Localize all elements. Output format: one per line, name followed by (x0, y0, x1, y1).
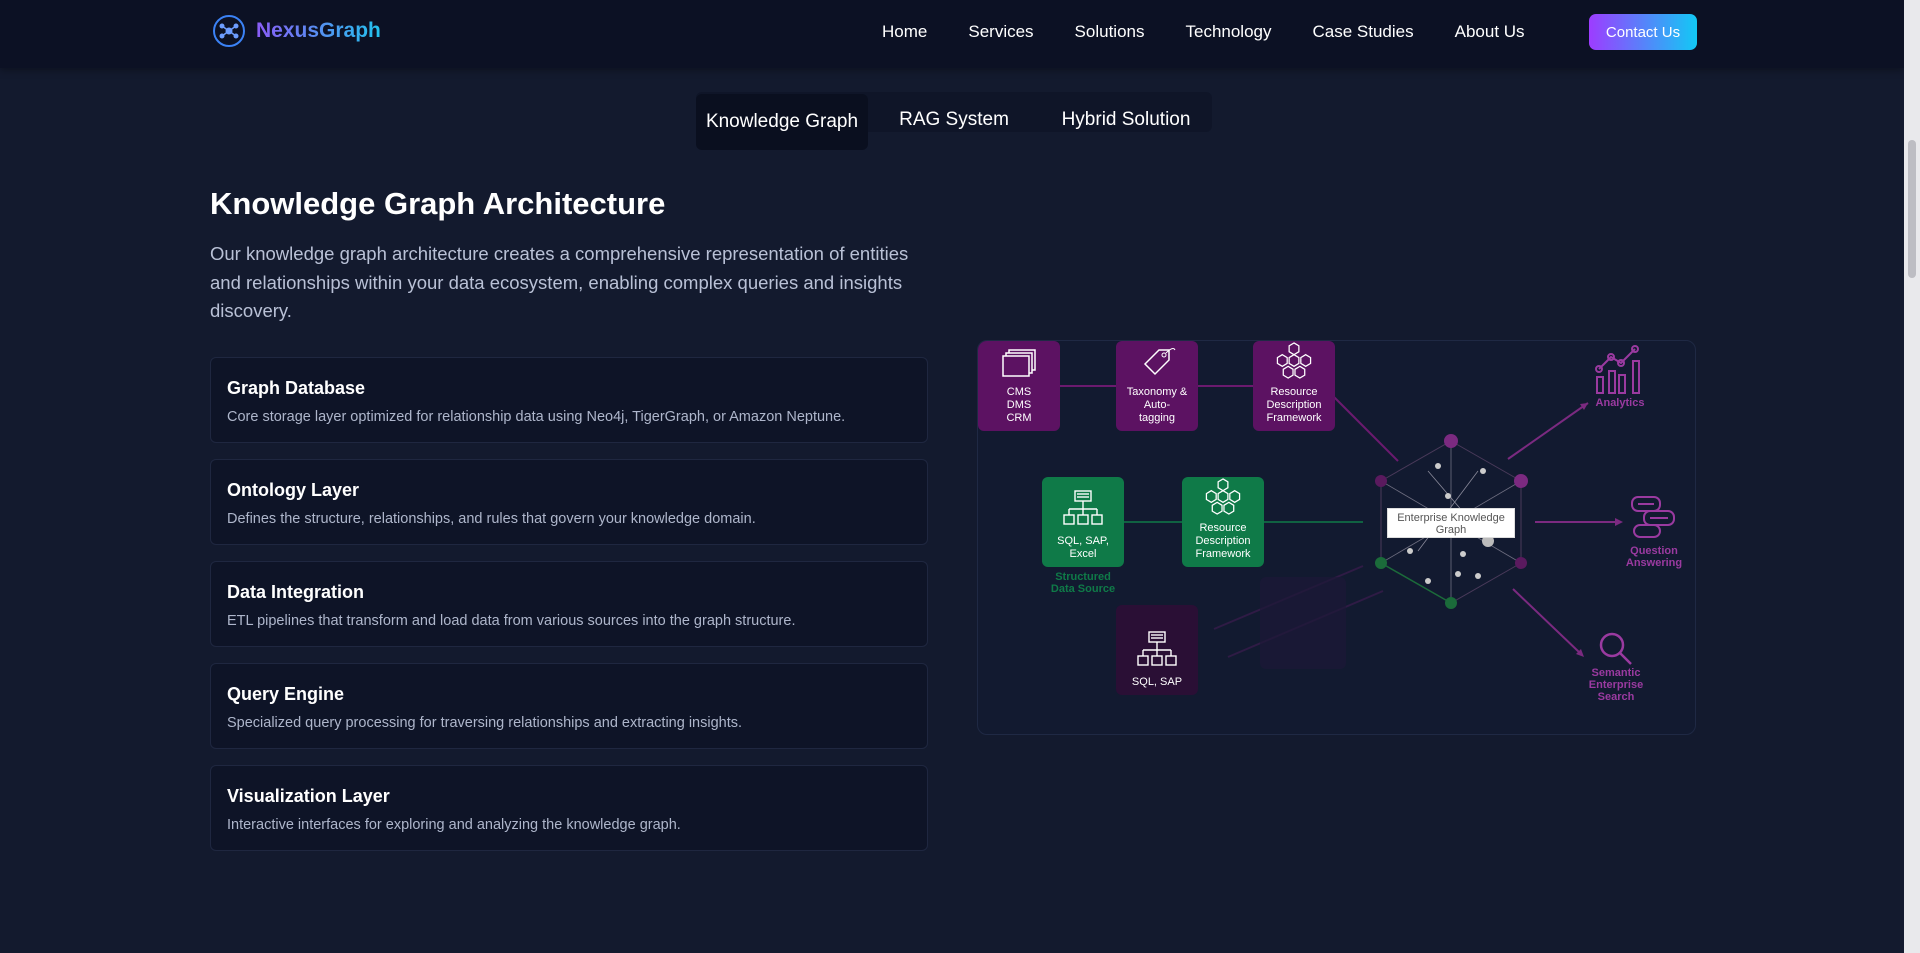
nav-link-case-studies[interactable]: Case Studies (1313, 22, 1414, 42)
taxonomy-node: Taxonomy & Auto- tagging (1116, 341, 1198, 431)
section-title: Knowledge Graph Architecture (210, 186, 666, 221)
component-list: Graph Database Core storage layer optimi… (210, 357, 928, 867)
component-card-data-integration: Data Integration ETL pipelines that tran… (210, 561, 928, 647)
nav-links: Home Services Solutions Technology Case … (882, 22, 1525, 42)
component-card-visualization-layer: Visualization Layer Interactive interfac… (210, 765, 928, 851)
card-description: Core storage layer optimized for relatio… (227, 409, 846, 425)
tab-hybrid-solution[interactable]: Hybrid Solution (1040, 92, 1212, 148)
output-label-analytics: Analytics (1595, 397, 1645, 409)
component-card-ontology-layer: Ontology Layer Defines the structure, re… (210, 459, 928, 545)
architecture-tabs: Knowledge Graph RAG System Hybrid Soluti… (696, 92, 1212, 150)
structured-sql-excel-node: SQL, SAP, Excel (1042, 477, 1124, 567)
tag-icon (1143, 348, 1176, 376)
tab-rag-system[interactable]: RAG System (868, 92, 1040, 148)
chat-bubbles-icon (1631, 496, 1675, 538)
card-description: Defines the structure, relationships, an… (227, 511, 756, 527)
enterprise-knowledge-graph-label: Enterprise Knowledge Graph (1387, 508, 1515, 538)
nav-link-about-us[interactable]: About Us (1455, 22, 1525, 42)
output-label-question-answering: Question Answering (1625, 545, 1683, 569)
faded-node (1260, 577, 1346, 669)
section-description: Our knowledge graph architecture creates… (210, 243, 909, 321)
brand-name: NexusGraph (256, 19, 381, 42)
card-description: ETL pipelines that transform and load da… (227, 613, 796, 629)
card-title: Graph Database (227, 378, 366, 398)
nav-link-technology[interactable]: Technology (1185, 22, 1271, 42)
search-icon (1599, 632, 1632, 665)
node-label: Resource Description Framework (1195, 522, 1251, 560)
rdf-mid-node: Resource Description Framework (1182, 477, 1264, 567)
cms-dms-crm-node: CMS DMS CRM (978, 341, 1060, 431)
card-description: Specialized query processing for travers… (227, 715, 743, 731)
tab-knowledge-graph[interactable]: Knowledge Graph (696, 94, 868, 150)
rdf-top-node: Resource Description Framework (1253, 341, 1335, 431)
contact-us-button[interactable]: Contact Us (1589, 14, 1697, 50)
architecture-diagram: CMS DMS CRM Taxonomy & Auto- tagging Res… (977, 340, 1696, 735)
node-label: CMS DMS CRM (1006, 386, 1032, 424)
card-description: Interactive interfaces for exploring and… (227, 817, 681, 833)
hierarchy-icon (1063, 490, 1103, 525)
card-title: Visualization Layer (227, 786, 390, 806)
hierarchy-icon (1137, 631, 1177, 666)
node-label: SQL, SAP, Excel (1057, 535, 1109, 560)
output-label-semantic-search: Semantic Enterprise Search (1588, 667, 1644, 703)
node-label: SQL, SAP (1131, 676, 1183, 688)
component-card-query-engine: Query Engine Specialized query processin… (210, 663, 928, 749)
nav-link-home[interactable]: Home (882, 22, 927, 42)
nav-link-services[interactable]: Services (968, 22, 1033, 42)
structured-source-label: Structured Data Source (1050, 571, 1116, 595)
brand-logo-link[interactable]: NexusGraph (212, 14, 381, 48)
hexagon-cluster-icon (1276, 342, 1312, 379)
top-navbar: NexusGraph Home Services Solutions Techn… (0, 0, 1904, 68)
page-scrollbar[interactable] (1904, 0, 1920, 953)
component-card-graph-database: Graph Database Core storage layer optimi… (210, 357, 928, 443)
card-title: Ontology Layer (227, 480, 360, 500)
hexagon-cluster-icon (1205, 478, 1241, 515)
card-title: Query Engine (227, 684, 345, 704)
documents-icon (1002, 349, 1036, 377)
node-label: Resource Description Framework (1266, 386, 1322, 424)
card-title: Data Integration (227, 582, 365, 602)
scrollbar-thumb[interactable] (1908, 140, 1916, 278)
analytics-icon (1595, 345, 1640, 394)
node-label: Taxonomy & Auto- tagging (1126, 386, 1188, 424)
sql-sap-node: SQL, SAP (1116, 605, 1198, 695)
nav-link-solutions[interactable]: Solutions (1075, 22, 1145, 42)
network-node-icon (213, 15, 245, 47)
